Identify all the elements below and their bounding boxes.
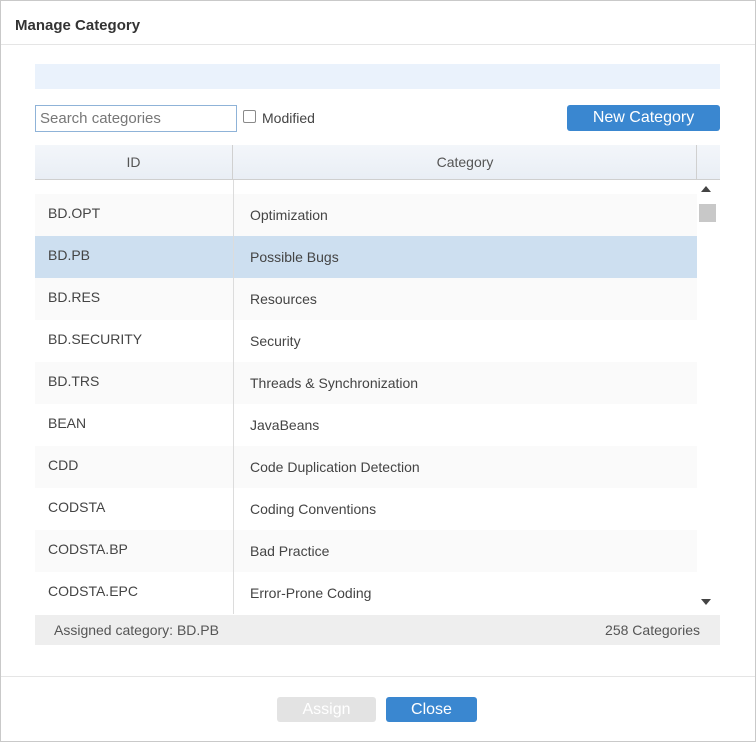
table-row[interactable]: BD.SECURITY Security [35,320,697,362]
table-body: BD.OPT Optimization BD.PB Possible Bugs … [35,180,697,614]
column-header-category[interactable]: Category [234,145,697,179]
table-row[interactable]: CDD Code Duplication Detection [35,446,697,488]
row-id: CODSTA.BP [48,541,128,557]
row-category: Possible Bugs [250,249,339,265]
dialog-header: Manage Category [1,1,755,45]
row-id: BD.OPT [48,205,101,221]
table-row[interactable]: CODSTA.EPC Error-Prone Coding [35,572,697,614]
row-id: CODSTA [48,499,106,515]
assigned-category-text: Assigned category: BD.PB [54,622,219,638]
close-button[interactable]: Close [386,697,477,722]
search-input[interactable] [35,105,237,132]
row-category: Optimization [250,207,328,223]
table-rows: BD.OPT Optimization BD.PB Possible Bugs … [35,194,697,614]
assign-button[interactable]: Assign [277,697,376,722]
row-category: Bad Practice [250,543,330,559]
row-category: Security [250,333,301,349]
scroll-up-arrow-icon[interactable] [701,186,711,192]
row-category: Threads & Synchronization [250,375,419,391]
table-row[interactable]: BD.OPT Optimization [35,194,697,236]
row-category: JavaBeans [250,417,320,433]
row-category: Code Duplication Detection [250,459,420,475]
status-bar: Assigned category: BD.PB 258 Categories [35,615,720,645]
row-id: BD.PB [48,247,91,263]
new-category-button[interactable]: New Category [567,105,720,131]
row-id: BD.TRS [48,373,100,389]
table-row[interactable]: BEAN JavaBeans [35,404,697,446]
row-id: CDD [48,457,79,473]
table-row-selected[interactable]: BD.PB Possible Bugs [35,236,697,278]
column-header-id[interactable]: ID [35,145,233,179]
table-row[interactable]: CODSTA Coding Conventions [35,488,697,530]
modified-label: Modified [262,110,315,126]
row-category: Resources [250,291,317,307]
category-count: 258 Categories [605,622,700,638]
vertical-scrollbar[interactable] [697,180,720,614]
table-row[interactable]: BD.TRS Threads & Synchronization [35,362,697,404]
column-divider [233,180,234,614]
row-id: BD.RES [48,289,101,305]
table-row[interactable]: CODSTA.BP Bad Practice [35,530,697,572]
table-header: ID Category [35,145,720,180]
category-table: ID Category BD.OPT Optimization BD.PB Po… [35,145,720,614]
info-banner [35,64,720,89]
row-id: CODSTA.EPC [48,583,138,599]
row-category: Error-Prone Coding [250,585,372,601]
dialog-footer: Assign Close [1,676,755,741]
row-id: BEAN [48,415,87,431]
manage-category-dialog: Manage Category Modified New Category ID… [0,0,756,742]
row-category: Coding Conventions [250,501,377,517]
table-row[interactable]: BD.RES Resources [35,278,697,320]
dialog-title: Manage Category [15,17,141,34]
scroll-down-arrow-icon[interactable] [701,599,711,605]
modified-checkbox[interactable] [243,110,256,123]
scroll-thumb[interactable] [699,204,716,222]
row-id: BD.SECURITY [48,331,143,347]
